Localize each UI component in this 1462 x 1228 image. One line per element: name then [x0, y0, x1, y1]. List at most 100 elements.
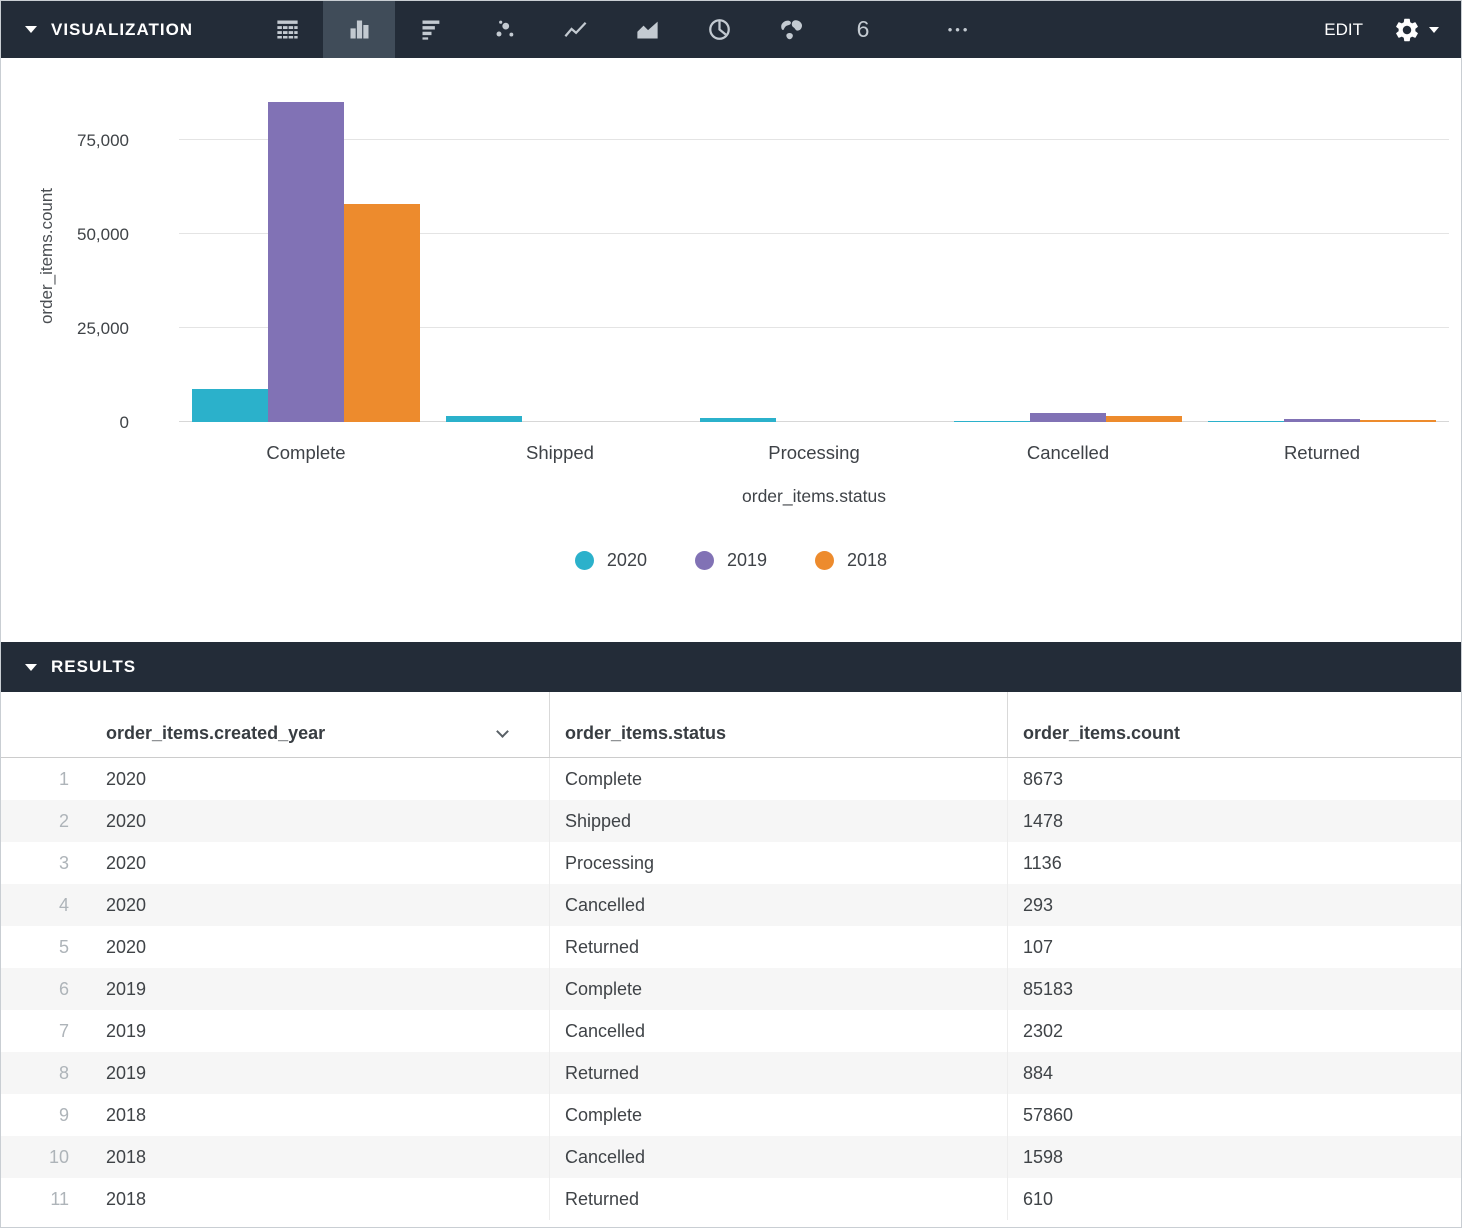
legend-item-2019[interactable]: 2019: [695, 550, 767, 571]
cell-order_items.created_year[interactable]: 2020: [91, 884, 549, 926]
legend-item-2020[interactable]: 2020: [575, 550, 647, 571]
bar-2019-cancelled[interactable]: [1030, 413, 1106, 422]
collapse-results-icon[interactable]: [25, 664, 37, 671]
bar-chart-icon[interactable]: [395, 1, 467, 58]
table-row: 12020Complete8673: [1, 758, 1461, 800]
sort-desc-chevron-icon[interactable]: [496, 725, 509, 738]
app-window: VISUALIZATION 6••• EDIT order_items.coun…: [0, 0, 1462, 1228]
bar-2018-complete[interactable]: [344, 204, 420, 422]
bar-group-complete: [179, 58, 433, 422]
map-icon[interactable]: [755, 1, 827, 58]
gear-icon[interactable]: [1393, 16, 1421, 44]
cell-order_items.status[interactable]: Cancelled: [549, 1010, 1007, 1052]
bar-group-returned: [1195, 58, 1449, 422]
x-category-label: Cancelled: [941, 442, 1195, 464]
table-row: 82019Returned884: [1, 1052, 1461, 1094]
chart-panel: order_items.count 025,00050,00075,000 Co…: [1, 58, 1461, 642]
area-chart-icon[interactable]: [611, 1, 683, 58]
cell-order_items.status[interactable]: Complete: [549, 1094, 1007, 1136]
cell-order_items.count[interactable]: 293: [1007, 884, 1461, 926]
legend-label: 2019: [727, 550, 767, 571]
more-icon[interactable]: •••: [923, 1, 995, 58]
legend-dot: [695, 551, 714, 570]
table-row: 112018Returned610: [1, 1178, 1461, 1220]
bar-2020-complete[interactable]: [192, 389, 268, 422]
bar-2020-shipped[interactable]: [446, 416, 522, 422]
cell-order_items.count[interactable]: 610: [1007, 1178, 1461, 1220]
cell-order_items.count[interactable]: 1136: [1007, 842, 1461, 884]
row-number: 6: [1, 979, 91, 1000]
cell-order_items.created_year[interactable]: 2020: [91, 842, 549, 884]
results-header-bar: RESULTS: [1, 642, 1461, 692]
single-value-icon[interactable]: 6: [827, 1, 899, 58]
column-header-count[interactable]: order_items.count: [1007, 692, 1461, 757]
y-axis-ticks: 025,00050,00075,000: [1, 58, 129, 422]
cell-order_items.count[interactable]: 2302: [1007, 1010, 1461, 1052]
cell-order_items.created_year[interactable]: 2018: [91, 1136, 549, 1178]
table-row: 32020Processing1136: [1, 842, 1461, 884]
y-tick-label: 0: [1, 413, 129, 433]
table-body: 12020Complete867322020Shipped147832020Pr…: [1, 758, 1461, 1220]
cell-order_items.status[interactable]: Cancelled: [549, 884, 1007, 926]
gear-menu-caret-icon[interactable]: [1429, 27, 1439, 33]
cell-order_items.count[interactable]: 85183: [1007, 968, 1461, 1010]
bar-2018-cancelled[interactable]: [1106, 416, 1182, 422]
collapse-visualization-icon[interactable]: [25, 26, 37, 33]
y-tick-label: 25,000: [1, 319, 129, 339]
row-number: 9: [1, 1105, 91, 1126]
cell-order_items.count[interactable]: 57860: [1007, 1094, 1461, 1136]
bar-2019-returned[interactable]: [1284, 419, 1360, 422]
x-category-label: Returned: [1195, 442, 1449, 464]
legend-item-2018[interactable]: 2018: [815, 550, 887, 571]
cell-order_items.status[interactable]: Returned: [549, 1052, 1007, 1094]
bar-2019-complete[interactable]: [268, 102, 344, 422]
legend-dot: [575, 551, 594, 570]
x-category-label: Shipped: [433, 442, 687, 464]
column-header-status[interactable]: order_items.status: [549, 692, 1007, 757]
column-chart-icon[interactable]: [323, 1, 395, 58]
cell-order_items.created_year[interactable]: 2019: [91, 1010, 549, 1052]
cell-order_items.created_year[interactable]: 2018: [91, 1094, 549, 1136]
cell-order_items.count[interactable]: 884: [1007, 1052, 1461, 1094]
cell-order_items.status[interactable]: Returned: [549, 1178, 1007, 1220]
bar-group-cancelled: [941, 58, 1195, 422]
y-tick-label: 50,000: [1, 225, 129, 245]
cell-order_items.status[interactable]: Returned: [549, 926, 1007, 968]
cell-order_items.count[interactable]: 1478: [1007, 800, 1461, 842]
cell-order_items.status[interactable]: Cancelled: [549, 1136, 1007, 1178]
cell-order_items.created_year[interactable]: 2019: [91, 1052, 549, 1094]
viz-type-strip: 6 •••: [251, 1, 995, 58]
cell-order_items.count[interactable]: 1598: [1007, 1136, 1461, 1178]
bar-2020-returned[interactable]: [1208, 421, 1284, 422]
edit-button[interactable]: EDIT: [1324, 20, 1363, 40]
row-number: 2: [1, 811, 91, 832]
scatter-icon[interactable]: [467, 1, 539, 58]
cell-order_items.created_year[interactable]: 2018: [91, 1178, 549, 1220]
cell-order_items.status[interactable]: Complete: [549, 968, 1007, 1010]
cell-order_items.status[interactable]: Shipped: [549, 800, 1007, 842]
bar-2018-returned[interactable]: [1360, 420, 1436, 422]
cell-order_items.created_year[interactable]: 2020: [91, 800, 549, 842]
bar-2020-processing[interactable]: [700, 418, 776, 422]
row-number: 11: [1, 1189, 91, 1210]
table-header-row: order_items.created_year order_items.sta…: [1, 692, 1461, 758]
line-chart-icon[interactable]: [539, 1, 611, 58]
cell-order_items.status[interactable]: Complete: [549, 758, 1007, 800]
cell-order_items.count[interactable]: 8673: [1007, 758, 1461, 800]
cell-order_items.count[interactable]: 107: [1007, 926, 1461, 968]
plot-area: [179, 58, 1449, 422]
cell-order_items.created_year[interactable]: 2020: [91, 758, 549, 800]
pie-chart-icon[interactable]: [683, 1, 755, 58]
table-icon[interactable]: [251, 1, 323, 58]
cell-order_items.created_year[interactable]: 2019: [91, 968, 549, 1010]
cell-order_items.created_year[interactable]: 2020: [91, 926, 549, 968]
cell-order_items.status[interactable]: Processing: [549, 842, 1007, 884]
row-number: 3: [1, 853, 91, 874]
bar-group-shipped: [433, 58, 687, 422]
row-number: 4: [1, 895, 91, 916]
legend-dot: [815, 551, 834, 570]
table-row: 102018Cancelled1598: [1, 1136, 1461, 1178]
x-axis-title: order_items.status: [179, 486, 1449, 507]
column-header-created-year[interactable]: order_items.created_year: [91, 723, 549, 757]
bar-2020-cancelled[interactable]: [954, 421, 1030, 422]
